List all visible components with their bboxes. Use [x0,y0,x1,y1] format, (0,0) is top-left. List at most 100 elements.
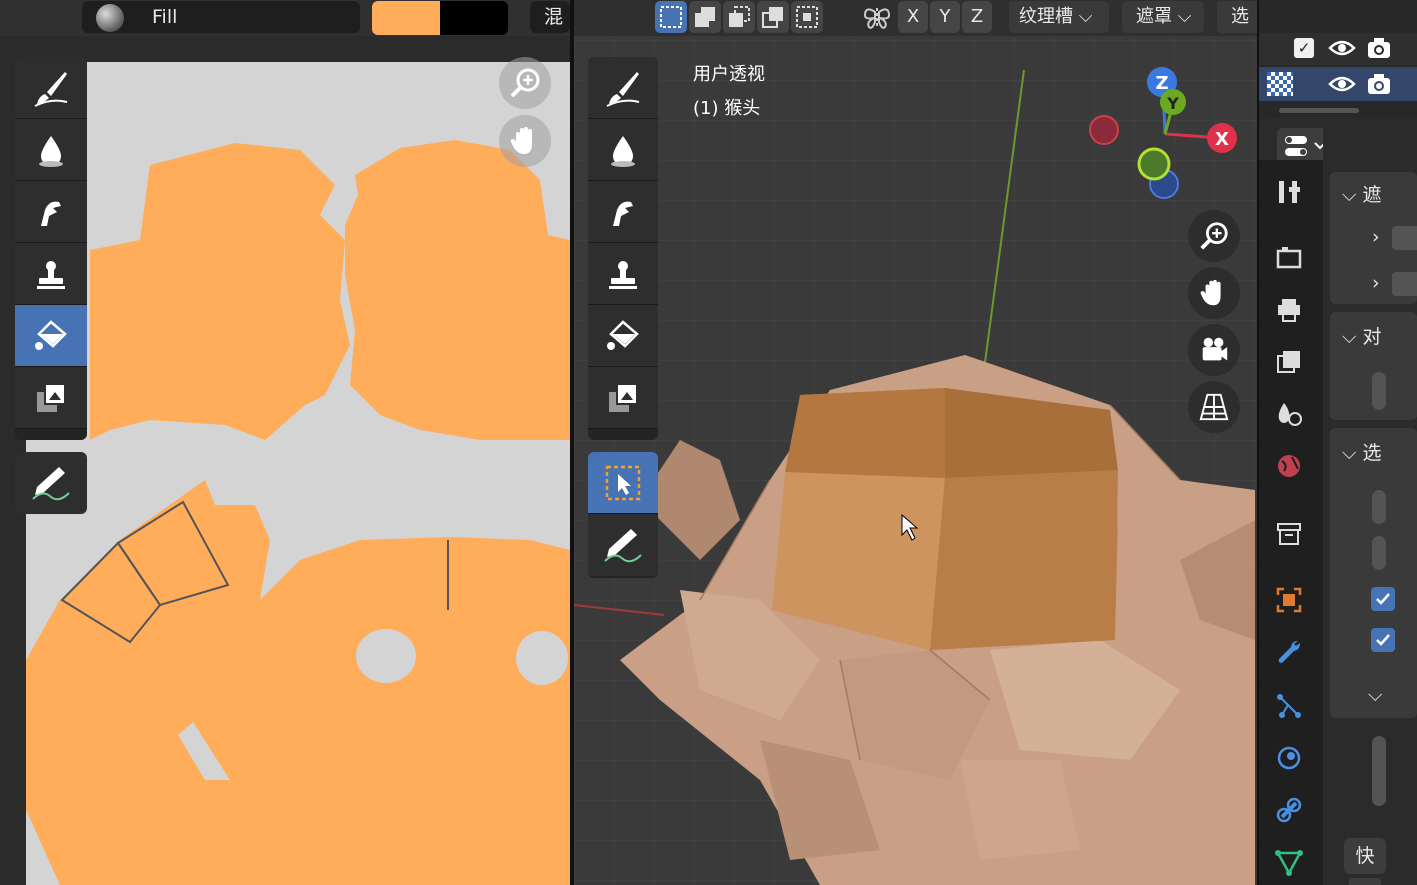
select-box-icon [660,6,682,28]
vp-perspective-button[interactable] [1188,381,1240,433]
world-icon [1278,455,1300,477]
smear-tool[interactable] [15,181,87,243]
slider-pill-1[interactable] [1372,372,1386,410]
slider-pill-2[interactable] [1372,490,1386,524]
stamp-icon [37,260,65,289]
render-camera-icon[interactable] [1366,71,1392,97]
vp-camera-button[interactable] [1188,324,1240,376]
primary-color-swatch[interactable] [372,1,440,35]
tab-data[interactable] [1266,840,1312,884]
pan-view-button[interactable] [499,115,551,167]
tab-particles[interactable] [1266,684,1312,728]
vp-draw-tool[interactable] [588,57,658,119]
particles-icon [1277,694,1301,718]
select-mode-set-button[interactable] [655,1,687,33]
select-mode-intersect-button[interactable] [791,1,823,33]
uv-islands [26,140,570,885]
section-2-header[interactable]: ⌵ 对 [1342,322,1381,349]
soften-tool[interactable] [15,119,87,181]
area-divider[interactable] [570,0,574,885]
section-1-label: 遮 [1362,184,1382,206]
tab-physics[interactable] [1266,736,1312,780]
vp-mask-tool[interactable] [588,367,658,429]
option-checkbox-2[interactable] [1371,628,1395,652]
slider-pill-3[interactable] [1372,536,1386,570]
tab-world[interactable] [1266,444,1312,488]
secondary-color-swatch[interactable] [440,1,508,35]
check-icon [1376,593,1390,605]
chevron-right-icon[interactable]: › [1372,226,1380,248]
tab-object[interactable] [1266,578,1312,622]
mirror-icon[interactable] [862,4,892,36]
view-layer-icon [1277,351,1300,373]
quick-label: 快 [1355,845,1375,867]
drop-icon [611,135,635,167]
quick-button[interactable]: 快 [1344,838,1386,874]
select-mode-subtract-button[interactable] [723,1,755,33]
fill-tool[interactable] [15,305,87,367]
brush-icon [606,71,640,107]
output-printer-icon [1278,299,1300,322]
draw-tool[interactable] [15,57,87,119]
select-menu[interactable]: 选 [1217,1,1257,33]
select-extend-icon [695,7,715,27]
collection-checkbox[interactable]: ✓ [1294,38,1314,58]
area-divider-right[interactable] [1257,0,1259,885]
zoom-view-button[interactable] [499,57,551,109]
select-mode-invert-button[interactable] [757,1,789,33]
subpanel-field-2[interactable] [1392,272,1417,296]
gizmo-z-label: Z [1155,73,1168,94]
vp-pan-button[interactable] [1188,267,1240,319]
chevron-down-icon[interactable]: ⌵ [1368,684,1382,706]
paint-toolbar [15,57,87,440]
tab-collection[interactable] [1266,512,1312,556]
option-checkbox-1[interactable] [1371,587,1395,611]
chevron-right-icon[interactable]: › [1372,272,1380,294]
uv-canvas[interactable] [26,62,570,885]
tab-constraints[interactable] [1266,788,1312,832]
texture-icon [1267,72,1293,96]
mask-tool[interactable] [15,367,87,429]
vp-fill-tool[interactable] [588,305,658,367]
annotate-tool[interactable] [15,452,87,514]
tab-tool[interactable] [1266,170,1312,214]
viewport-header: X Y Z 纹理槽 ⌵ 遮罩 ⌵ 选 [574,0,1257,36]
tab-output[interactable] [1266,288,1312,332]
subpanel-field-1[interactable] [1392,226,1417,250]
constraint-icon [1276,797,1302,823]
select-box-tool[interactable] [588,452,658,514]
navigation-gizmo[interactable]: Z Y X [1085,62,1245,212]
axis-x-toggle[interactable]: X [898,1,928,33]
tab-scene[interactable] [1266,392,1312,436]
section-3-header[interactable]: ⌵ 选 [1342,438,1381,465]
render-camera-icon[interactable] [1366,35,1392,61]
slider-pill-4[interactable] [1372,736,1386,806]
axis-z-toggle[interactable]: Z [962,1,992,33]
brush-name: Fill [152,6,178,28]
brush-preview-icon[interactable] [96,4,124,32]
object-icon [1276,587,1302,613]
camera-icon [1202,337,1228,361]
outliner-scrollbar[interactable] [1279,108,1359,113]
hand-icon [510,127,532,154]
uv-hole-left [356,629,416,683]
clone-tool[interactable] [15,243,87,305]
axis-y-toggle[interactable]: Y [930,1,960,33]
tab-render[interactable] [1266,236,1312,280]
section-1-header[interactable]: ⌵ 遮 [1342,180,1381,207]
vp-clone-tool[interactable] [588,243,658,305]
finger-icon [613,201,633,226]
tab-view-layer[interactable] [1266,340,1312,384]
texture-slot-menu[interactable]: 纹理槽 ⌵ [1009,1,1109,33]
mask-menu[interactable]: 遮罩 ⌵ [1122,1,1204,33]
vp-zoom-button[interactable] [1188,210,1240,262]
paint-bucket-icon [607,319,639,350]
vp-soften-tool[interactable] [588,119,658,181]
select-mode-extend-button[interactable] [689,1,721,33]
vp-smear-tool[interactable] [588,181,658,243]
tab-modifiers[interactable] [1266,630,1312,674]
mask-label: 遮罩 [1136,6,1172,27]
visibility-eye-icon[interactable] [1328,36,1356,60]
vp-annotate-tool[interactable] [588,514,658,576]
visibility-eye-icon[interactable] [1328,72,1356,96]
